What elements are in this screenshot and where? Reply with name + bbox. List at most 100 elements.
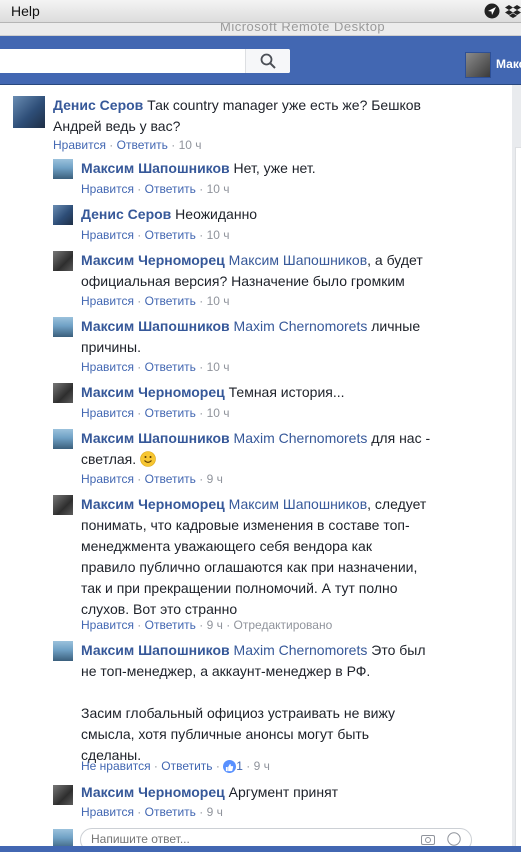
avatar[interactable] <box>13 96 45 128</box>
comment-mention[interactable]: Максим Шапошников <box>229 252 368 268</box>
comment: Максим Шапошников Maxim Chernomorets Это… <box>53 637 503 779</box>
comment-author[interactable]: Максим Шапошников <box>81 430 230 446</box>
comment-author[interactable]: Максим Черноморец <box>81 784 225 800</box>
search-box <box>0 49 290 73</box>
emoji-icon[interactable] <box>447 832 461 846</box>
avatar[interactable] <box>53 317 73 337</box>
reply-link[interactable]: Ответить <box>145 228 196 242</box>
comment-time[interactable]: 9 ч <box>207 805 223 819</box>
avatar[interactable] <box>53 429 73 449</box>
comment-text: личные <box>367 318 421 334</box>
comment-actions: Нравится · Ответить · 10 ч <box>53 138 202 152</box>
comment-time[interactable]: 10 ч <box>207 182 230 196</box>
reply-link[interactable]: Ответить <box>145 472 196 486</box>
comment-mention[interactable]: Maxim Chernomorets <box>234 318 368 334</box>
like-link[interactable]: Нравится <box>81 360 134 374</box>
reply-link[interactable]: Ответить <box>145 406 196 420</box>
like-icon[interactable] <box>223 760 237 773</box>
avatar[interactable] <box>53 383 73 403</box>
reply-link[interactable]: Ответить <box>145 294 196 308</box>
profile-link[interactable]: Макс <box>465 52 521 78</box>
like-link[interactable]: Нравится <box>81 805 134 819</box>
comment-author[interactable]: Максим Черноморец <box>81 496 225 512</box>
comment-text: понимать, что кадровые изменения в соста… <box>81 517 410 533</box>
comment-text: официальная версия? Назначение было гром… <box>81 273 405 289</box>
comment-time[interactable]: 10 ч <box>207 294 230 308</box>
comment-text: Темная история... <box>224 384 345 400</box>
avatar[interactable] <box>53 785 73 805</box>
like-link[interactable]: Нравится <box>81 406 134 420</box>
comment-author[interactable]: Максим Черноморец <box>81 252 225 268</box>
comment-time[interactable]: 10 ч <box>179 138 202 152</box>
comment-mention[interactable]: Maxim Chernomorets <box>234 430 368 446</box>
comment-author[interactable]: Максим Шапошников <box>81 160 230 176</box>
comment-text: причины. <box>81 339 141 355</box>
comment-time[interactable]: 10 ч <box>207 406 230 420</box>
remote-desktop-titlebar: Microsoft Remote Desktop <box>0 23 521 36</box>
reply-link[interactable]: Ответить <box>161 759 212 773</box>
like-link[interactable]: Нравится <box>81 472 134 486</box>
like-link[interactable]: Нравится <box>81 618 134 632</box>
comment-time[interactable]: 10 ч <box>207 228 230 242</box>
comment-text: так и при прекращении полномочий. А тут … <box>81 580 398 596</box>
comment-time[interactable]: 10 ч <box>207 360 230 374</box>
help-menu[interactable]: Help <box>11 3 40 19</box>
avatar[interactable] <box>53 205 73 225</box>
reply-link[interactable]: Ответить <box>145 805 196 819</box>
reply-link[interactable]: Ответить <box>117 138 168 152</box>
bottom-bar <box>0 846 521 852</box>
reply-link[interactable]: Ответить <box>145 618 196 632</box>
comment-text: не топ-менеджер, а аккаунт-менеджер в РФ… <box>81 663 371 679</box>
comment-actions: Нравится · Ответить · 9 ч <box>81 805 223 819</box>
comment-text: менеджмента уважающего себя вендора как <box>81 538 372 554</box>
comment-mention[interactable]: Максим Шапошников <box>229 496 368 512</box>
reply-link[interactable]: Ответить <box>145 182 196 196</box>
avatar[interactable] <box>53 641 73 661</box>
like-count[interactable]: 1 <box>236 759 243 773</box>
location-arrow-icon[interactable] <box>484 3 500 19</box>
avatar[interactable] <box>53 159 73 179</box>
like-link[interactable]: Нравится <box>81 228 134 242</box>
comment-actions: Нравится · Ответить · 9 ч · Отредактиров… <box>81 618 333 632</box>
comment-text: слухов. Вот это странно <box>81 601 238 617</box>
avatar[interactable] <box>53 251 73 271</box>
comment-text: Аргумент принят <box>224 784 339 800</box>
comment: Максим Черноморец Максим Шапошников, а б… <box>53 247 503 311</box>
comment-text: , а будет <box>367 252 423 268</box>
comment: Денис Серов Так country manager уже есть… <box>13 96 503 156</box>
comment-author[interactable]: Денис Серов <box>53 97 143 113</box>
search-button[interactable] <box>245 49 290 73</box>
comment-actions: Нравится · Ответить · 10 ч <box>81 228 230 242</box>
comment-text: смысла, хотя публичные анонсы могут быть <box>81 726 370 742</box>
comment: Максим Черноморец Максим Шапошников, сле… <box>53 491 503 635</box>
mac-menubar: Help <box>0 0 521 23</box>
profile-avatar <box>465 52 491 78</box>
comment-mention[interactable]: Maxim Chernomorets <box>234 642 368 658</box>
comment-actions: Не нравится · Ответить · 1 · 9 ч <box>81 759 270 773</box>
edited-label[interactable]: Отредактировано <box>234 618 333 632</box>
like-link[interactable]: Нравится <box>53 138 106 152</box>
camera-icon[interactable] <box>421 833 435 845</box>
reply-link[interactable]: Ответить <box>145 360 196 374</box>
comment-author[interactable]: Максим Шапошников <box>81 642 230 658</box>
comment-time[interactable]: 9 ч <box>207 618 223 632</box>
comment-time[interactable]: 9 ч <box>207 472 223 486</box>
dropbox-icon[interactable] <box>505 3 521 19</box>
search-input[interactable] <box>0 49 245 73</box>
unlike-link[interactable]: Не нравится <box>81 759 151 773</box>
profile-name: Макс <box>496 57 521 71</box>
like-link[interactable]: Нравится <box>81 182 134 196</box>
comment-time[interactable]: 9 ч <box>254 759 270 773</box>
like-link[interactable]: Нравится <box>81 294 134 308</box>
comment-text: Это был <box>367 642 426 658</box>
comment-author[interactable]: Денис Серов <box>81 206 171 222</box>
comment-author[interactable]: Максим Черноморец <box>81 384 225 400</box>
comment: Максим Шапошников Maxim Chernomorets для… <box>53 425 503 489</box>
comment-actions: Нравится · Ответить · 10 ч <box>81 406 230 420</box>
comment-text: Неожиданно <box>171 206 258 222</box>
avatar[interactable] <box>53 495 73 515</box>
reply-input[interactable] <box>89 831 413 847</box>
comment-author[interactable]: Максим Шапошников <box>81 318 230 334</box>
comment-text: Засим глобальный официоз устраивать не в… <box>81 705 396 721</box>
smiley-icon <box>140 451 156 467</box>
